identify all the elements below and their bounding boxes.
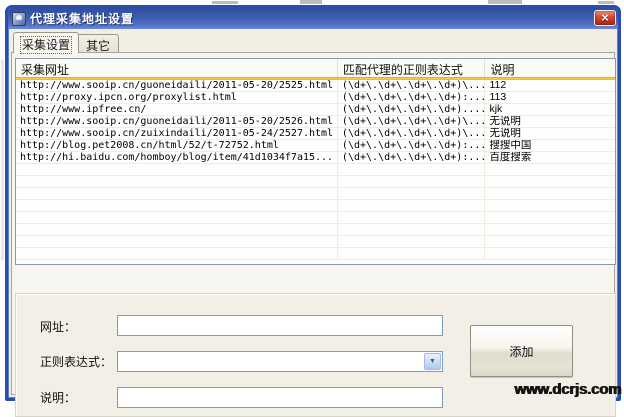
combo-dropdown-button[interactable]: ▼ — [424, 353, 441, 370]
cell-url: http://proxy.ipcn.org/proxylist.html — [16, 92, 338, 103]
cell-regex: (\d+\.\d+\.\d+\.\d+):... — [338, 140, 486, 151]
table-row[interactable]: http://hi.baidu.com/homboy/blog/item/41d… — [16, 152, 615, 164]
cell-empty — [338, 236, 486, 247]
table-row[interactable]: http://www.sooip.cn/zuixindaili/2011-05-… — [16, 128, 615, 140]
cell-empty — [485, 224, 615, 235]
tab-label: 采集设置 — [22, 38, 70, 52]
note-label: 说明： — [40, 389, 76, 406]
note-input[interactable] — [117, 387, 443, 408]
dialog-window: 代理采集地址设置 × 采集设置 其它 采集网址 匹配代理的正则表达式 说明 — [5, 5, 621, 401]
column-header-regex[interactable]: 匹配代理的正则表达式 — [338, 59, 486, 77]
tab-collection-settings[interactable]: 采集设置 — [13, 32, 79, 53]
regex-combobox[interactable]: ▼ — [117, 351, 443, 372]
table-row-empty — [16, 200, 615, 212]
table-row[interactable]: http://www.ipfree.cn/ (\d+\.\d+\.\d+\.\d… — [16, 104, 615, 116]
close-icon: × — [601, 12, 609, 24]
background-window-fragment — [1, 60, 4, 260]
cell-url: http://www.ipfree.cn/ — [16, 104, 338, 115]
cell-note: 112 — [485, 80, 615, 91]
title-bar[interactable]: 代理采集地址设置 × — [8, 8, 618, 29]
cell-empty — [338, 212, 486, 223]
background-window-fragment — [300, 0, 322, 4]
dialog-client: 采集设置 其它 采集网址 匹配代理的正则表达式 说明 http://www.so… — [9, 30, 617, 397]
cell-note: 无说明 — [485, 128, 615, 139]
cell-empty — [338, 224, 486, 235]
url-label: 网址： — [40, 318, 76, 335]
url-input[interactable] — [117, 315, 443, 336]
table-row-empty — [16, 188, 615, 200]
cell-regex: (\d+\.\d+\.\d+\.\d+).... — [338, 104, 486, 115]
chevron-down-icon: ▼ — [429, 358, 436, 365]
cell-empty — [338, 164, 486, 175]
background-window-fragment — [488, 0, 522, 4]
table-row-empty — [16, 236, 615, 248]
tab-page-collection-settings: 采集网址 匹配代理的正则表达式 说明 http://www.sooip.cn/g… — [11, 52, 615, 395]
cell-empty — [485, 248, 615, 259]
close-button[interactable]: × — [594, 10, 616, 26]
cell-regex: (\d+\.\d+\.\d+\.\d+):... — [338, 92, 486, 103]
regex-input[interactable] — [118, 352, 423, 371]
watermark: www.dcrjs.com — [514, 381, 621, 398]
cell-empty — [485, 176, 615, 187]
cell-empty — [485, 236, 615, 247]
cell-url: http://blog.pet2008.cn/html/52/t-72752.h… — [16, 140, 338, 151]
table-row[interactable]: http://www.sooip.cn/guoneidaili/2011-05-… — [16, 80, 615, 92]
cell-empty — [338, 188, 486, 199]
background-window-fragment — [598, 1, 614, 4]
cell-empty — [338, 200, 486, 211]
background-window-fragment — [212, 1, 238, 4]
cell-regex: (\d+\.\d+\.\d+\.\d+)\... — [338, 128, 486, 139]
cell-url: http://www.sooip.cn/guoneidaili/2011-05-… — [16, 116, 338, 127]
screen: 代理采集地址设置 × 采集设置 其它 采集网址 匹配代理的正则表达式 说明 — [0, 0, 624, 406]
cell-empty — [485, 188, 615, 199]
column-header-note[interactable]: 说明 — [485, 59, 615, 77]
cell-empty — [485, 200, 615, 211]
cell-url: http://www.sooip.cn/guoneidaili/2011-05-… — [16, 80, 338, 91]
cell-regex: (\d+\.\d+\.\d+\.\d+)\... — [338, 80, 486, 91]
app-icon — [12, 12, 26, 26]
cell-empty — [16, 248, 338, 259]
cell-regex: (\d+\.\d+\.\d+\.\d+):... — [338, 152, 486, 163]
table-row-empty — [16, 248, 615, 260]
regex-label: 正则表达式： — [40, 353, 112, 370]
cell-empty — [16, 224, 338, 235]
cell-empty — [16, 212, 338, 223]
cell-empty — [338, 248, 486, 259]
table-row[interactable]: http://proxy.ipcn.org/proxylist.html (\d… — [16, 92, 615, 104]
table-row[interactable]: http://www.sooip.cn/guoneidaili/2011-05-… — [16, 116, 615, 128]
cell-empty — [485, 164, 615, 175]
url-list: 采集网址 匹配代理的正则表达式 说明 http://www.sooip.cn/g… — [15, 58, 616, 265]
cell-regex: (\d+\.\d+\.\d+\.\d+)\... — [338, 116, 486, 127]
column-header-url[interactable]: 采集网址 — [16, 59, 338, 77]
add-button[interactable]: 添加 — [470, 325, 573, 377]
cell-note: 百度搜索 — [485, 152, 615, 163]
cell-empty — [16, 236, 338, 247]
tab-label: 其它 — [86, 39, 110, 53]
cell-empty — [16, 200, 338, 211]
cell-note: 无说明 — [485, 116, 615, 127]
cell-empty — [16, 176, 338, 187]
cell-url: http://www.sooip.cn/zuixindaili/2011-05-… — [16, 128, 338, 139]
table-row[interactable]: http://blog.pet2008.cn/html/52/t-72752.h… — [16, 140, 615, 152]
window-title: 代理采集地址设置 — [30, 10, 134, 27]
cell-empty — [485, 212, 615, 223]
cell-empty — [338, 176, 486, 187]
table-row-empty — [16, 212, 615, 224]
cell-note: kjk — [485, 104, 615, 115]
tab-other[interactable]: 其它 — [77, 34, 119, 53]
table-row-empty — [16, 224, 615, 236]
table-row-empty — [16, 164, 615, 176]
table-row-empty — [16, 176, 615, 188]
cell-empty — [16, 188, 338, 199]
cell-note: 113 — [485, 92, 615, 103]
cell-note: 搜搜中国 — [485, 140, 615, 151]
cell-empty — [16, 164, 338, 175]
list-header: 采集网址 匹配代理的正则表达式 说明 — [16, 59, 615, 78]
cell-url: http://hi.baidu.com/homboy/blog/item/41d… — [16, 152, 338, 163]
add-entry-panel: 网址： 正则表达式： 说明： ▼ 添加 — [15, 293, 616, 417]
